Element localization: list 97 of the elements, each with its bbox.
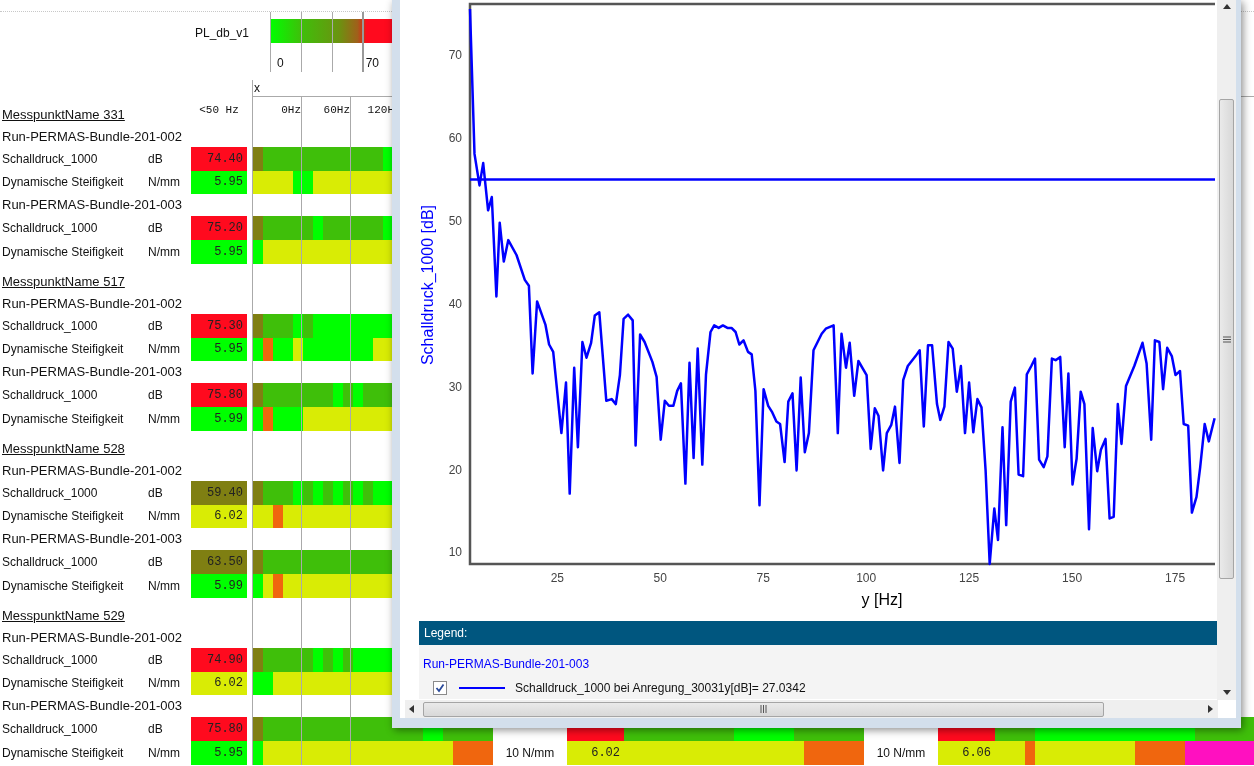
scroll-thumb[interactable] <box>1219 99 1234 579</box>
value-cell: 6.06 <box>938 741 995 765</box>
group-heading: MesspunktName 528 <box>1 439 125 458</box>
value-cell: 5.99 <box>191 407 247 431</box>
vertical-scrollbar[interactable] <box>1217 0 1236 700</box>
scale-label: PL_db_v1 <box>195 25 251 40</box>
y-tick-label: 60 <box>448 131 462 146</box>
group-heading: MesspunktName 331 <box>1 105 125 124</box>
unit-label: dB <box>148 651 164 669</box>
group-heading: MesspunktName 529 <box>1 606 125 625</box>
y-tick-label: 20 <box>448 462 462 477</box>
value-cell: 5.95 <box>191 337 247 361</box>
measure-label: Dynamische Steifigkeit <box>1 244 125 261</box>
legend-line-swatch <box>459 687 505 689</box>
value-cell: 5.99 <box>191 574 247 598</box>
value-cell: 75.80 <box>191 717 247 741</box>
column-header: <50 Hz <box>198 103 240 116</box>
y-axis-title: Schalldruck_1000 [dB] <box>419 204 436 366</box>
legend-entry-label: Schalldruck_1000 bei Anregung_30031y[dB]= 27.0342 <box>515 680 806 697</box>
grip-icon <box>1222 335 1231 343</box>
check-icon <box>435 683 445 693</box>
scale-tick-label: 70 <box>365 55 380 72</box>
measure-label: Dynamische Steifigkeit <box>1 508 125 526</box>
value-cell: 63.50 <box>191 550 247 574</box>
x-axis-title: y [Hz] <box>861 591 903 608</box>
unit-label: N/mm <box>148 341 181 359</box>
grip-icon <box>760 705 767 713</box>
x-tick-label: 75 <box>756 571 770 585</box>
measure-label: Schalldruck_1000 <box>1 317 99 335</box>
value-cell: 5.95 <box>191 741 247 765</box>
y-tick-label: 40 <box>448 296 462 311</box>
group-heading: MesspunktName 517 <box>1 272 125 291</box>
measure-label: Schalldruck_1000 <box>1 387 99 404</box>
measure-label: Schalldruck_1000 <box>1 554 99 571</box>
legend-group: Run-PERMAS-Bundle-201-003 <box>419 655 1218 671</box>
measure-label: Dynamische Steifigkeit <box>1 411 125 428</box>
run-name: Run-PERMAS-Bundle-201-003 <box>1 530 182 549</box>
x-tick-label: 25 <box>550 571 564 585</box>
y-tick-label: 30 <box>448 379 462 394</box>
unit-label: dB <box>148 721 164 738</box>
run-name: Run-PERMAS-Bundle-201-002 <box>1 128 182 147</box>
x-tick-label: 100 <box>856 571 877 585</box>
measure-label: Schalldruck_1000 <box>1 721 99 738</box>
unit-label: dB <box>148 220 164 237</box>
unit-label: N/mm <box>148 675 181 693</box>
measure-label: Schalldruck_1000 <box>1 220 99 237</box>
scale-tick-label: 0 <box>277 55 284 72</box>
measure-label: Dynamische Steifigkeit <box>1 675 125 693</box>
x-tick-label: 150 <box>1062 571 1083 585</box>
run-name: Run-PERMAS-Bundle-201-002 <box>1 629 182 648</box>
x-tick-label: 175 <box>1165 571 1186 585</box>
unit-label: dB <box>148 150 164 168</box>
run-name: Run-PERMAS-Bundle-201-003 <box>1 363 182 382</box>
legend-checkbox[interactable] <box>433 681 447 695</box>
run-name: Run-PERMAS-Bundle-201-002 <box>1 295 182 314</box>
value-cell: 75.80 <box>191 383 247 407</box>
unit-label: N/mm <box>148 174 181 192</box>
unit-label: dB <box>148 484 164 502</box>
measure-label: Dynamische Steifigkeit <box>1 578 125 595</box>
x-tick-label: 125 <box>959 571 980 585</box>
unit-label: N/mm <box>148 745 181 762</box>
unit-label: dB <box>148 554 164 571</box>
measure-label: Dynamische Steifigkeit <box>1 745 125 762</box>
value-cell: 6.02 <box>191 504 247 528</box>
unit-label: N/mm <box>148 411 181 428</box>
value-cell: 74.40 <box>191 147 247 171</box>
unit-label: N/mm <box>148 578 181 595</box>
axis-label: x <box>254 80 260 96</box>
value-cell: 5.95 <box>191 170 247 194</box>
column-header: 0Hz <box>280 103 302 116</box>
legend-title: Legend: <box>423 625 468 642</box>
unit-label: N/mm <box>148 244 181 261</box>
measure-label: Schalldruck_1000 <box>1 651 99 669</box>
measure-label: Dynamische Steifigkeit <box>1 341 125 359</box>
run-name: Run-PERMAS-Bundle-201-003 <box>1 196 182 215</box>
unit-label: N/mm <box>148 508 181 526</box>
value-cell: 6.02 <box>567 741 624 765</box>
measure-label: Schalldruck_1000 <box>1 484 99 502</box>
run-name: Run-PERMAS-Bundle-201-003 <box>1 697 182 716</box>
horizontal-scrollbar[interactable] <box>405 700 1218 718</box>
value-cell: 75.20 <box>191 216 247 240</box>
y-tick-label: 10 <box>448 545 462 560</box>
value-cell: 59.40 <box>191 481 247 505</box>
unit-label: dB <box>148 387 164 404</box>
scroll-thumb[interactable] <box>423 701 1104 717</box>
x-tick-label: 50 <box>653 571 667 585</box>
measure-label: Dynamische Steifigkeit <box>1 174 125 192</box>
value-cell: 75.30 <box>191 314 247 338</box>
value-cell: 74.90 <box>191 648 247 672</box>
value-cell: 5.95 <box>191 240 247 264</box>
measure-label: Schalldruck_1000 <box>1 150 99 168</box>
unit-label: dB <box>148 317 164 335</box>
column-header: 60Hz <box>322 103 351 116</box>
y-tick-label: 70 <box>448 48 462 63</box>
y-tick-label: 50 <box>448 214 462 229</box>
run-name: Run-PERMAS-Bundle-201-002 <box>1 462 182 481</box>
value-cell: 6.02 <box>191 671 247 695</box>
